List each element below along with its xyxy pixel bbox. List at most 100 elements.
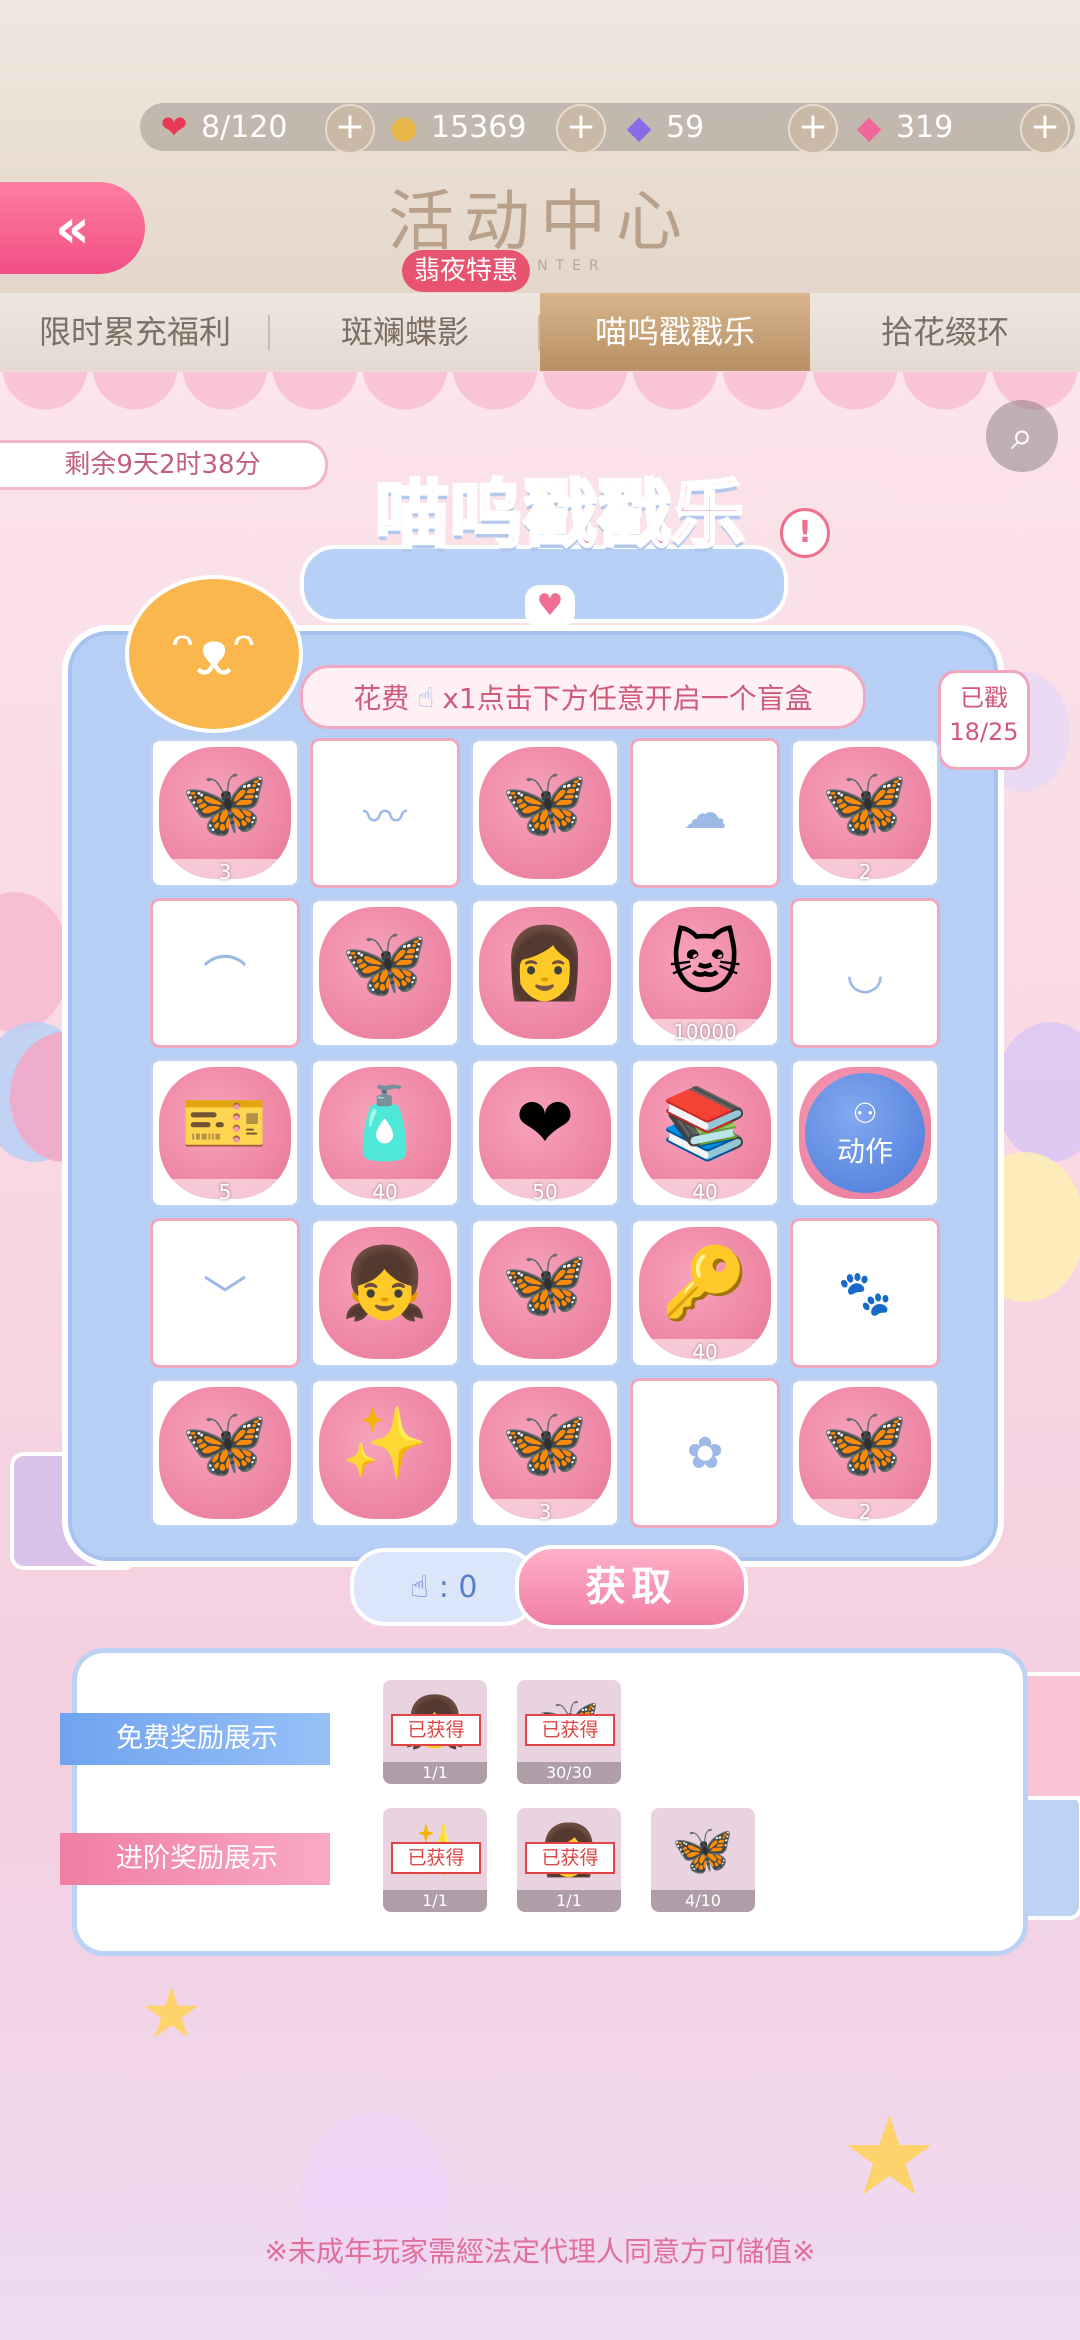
stamina-currency: ❤ 8/120 xyxy=(155,103,288,151)
hidden-blind-box[interactable]: ﹀ xyxy=(150,1218,300,1368)
revealed-box-golden-key: 🔑 40 xyxy=(630,1218,780,1368)
balloon-decoration xyxy=(0,892,70,1032)
reward-progress: 1/1 xyxy=(517,1890,621,1912)
pink-hair-avatar-icon: 👩 xyxy=(501,921,589,1004)
reward-item[interactable]: 🦋 4/10 xyxy=(651,1808,755,1912)
reward-item[interactable]: 🦋已获得30/30 xyxy=(517,1680,621,1784)
doodle-pattern-icon: ◡ xyxy=(845,947,885,999)
owned-stamp: 已获得 xyxy=(525,1842,615,1874)
add-pink-diamond-button[interactable]: + xyxy=(1020,104,1070,154)
add-stamina-button[interactable]: + xyxy=(325,104,375,154)
revealed-box-butterfly-hairpin: 🦋 xyxy=(150,1378,300,1528)
back-button[interactable]: « xyxy=(0,182,145,274)
butterfly-hairpin-icon: 🦋 xyxy=(821,1401,909,1484)
heart-icon: ♥ xyxy=(525,585,575,627)
butterfly-hairpin-icon: 🦋 xyxy=(181,1401,269,1484)
obtain-button[interactable]: 获取 xyxy=(515,1545,748,1629)
cat-coin-icon: 🐱 xyxy=(668,922,742,1004)
pink-diamond-currency: ◆ 319 xyxy=(850,103,954,151)
diamond-value: 59 xyxy=(666,109,705,145)
revealed-box-perfume-books: 🧴 40 xyxy=(310,1058,460,1208)
reward-item[interactable]: ✨已获得1/1 xyxy=(383,1808,487,1912)
revealed-box-butterfly-hairpin: 🦋 xyxy=(470,1218,620,1368)
doodle-pattern-icon: ⌒ xyxy=(203,952,247,1003)
event-title: 喵呜戳戳乐 xyxy=(374,471,747,560)
page-title: 活动中心 xyxy=(388,183,692,260)
back-arrow-icon: « xyxy=(55,196,90,260)
tab-meow-poke[interactable]: 喵呜戳戳乐 xyxy=(540,293,810,371)
tab-recharge-bonus[interactable]: 限时累充福利 xyxy=(0,293,270,371)
item-quantity: 2 xyxy=(793,1499,937,1525)
revealed-box-fabric-stack: 📚 40 xyxy=(630,1058,780,1208)
hidden-blind-box[interactable]: ⌒ xyxy=(150,898,300,1048)
item-quantity: 5 xyxy=(153,1179,297,1205)
cost-prefix: 花费 xyxy=(353,682,410,715)
diamond-icon: ◆ xyxy=(626,108,652,146)
item-quantity: 40 xyxy=(633,1179,777,1205)
perfume-books-icon: 🧴 xyxy=(341,1081,429,1164)
info-button[interactable]: ! xyxy=(780,508,830,558)
reward-item[interactable]: 👧已获得1/1 xyxy=(383,1680,487,1784)
pink-diamond-icon: ◆ xyxy=(856,108,882,146)
action-label: 动作 xyxy=(836,1134,893,1168)
revealed-box-pink-hair-outfit: 👧 xyxy=(310,1218,460,1368)
hidden-blind-box[interactable]: ◡ xyxy=(790,898,940,1048)
reward-progress: 1/1 xyxy=(383,1762,487,1784)
item-quantity: 3 xyxy=(153,859,297,885)
revealed-box-butterfly-hairpin: 🦋 2 xyxy=(790,1378,940,1528)
hidden-blind-box[interactable]: ✿ xyxy=(630,1378,780,1528)
starry-orb-icon: ✨ xyxy=(341,1401,429,1484)
item-quantity: 3 xyxy=(473,1499,617,1525)
reward-item[interactable]: 👩已获得1/1 xyxy=(517,1808,621,1912)
revealed-box-butterfly-hairpin: 🦋 3 xyxy=(470,1378,620,1528)
hidden-blind-box[interactable]: 🐾 xyxy=(790,1218,940,1368)
revealed-box-cat-coin: 🐱 10000 xyxy=(630,898,780,1048)
advanced-rewards-row: ✨已获得1/1👩已获得1/1🦋4/10 xyxy=(383,1808,755,1912)
revealed-box-butterfly-hairpin: 🦋 xyxy=(470,738,620,888)
golden-key-icon: 🔑 xyxy=(661,1241,749,1324)
promo-badge[interactable]: 翡夜特惠 xyxy=(402,250,530,292)
search-button[interactable]: ⌕ xyxy=(986,400,1058,472)
owned-stamp: 已获得 xyxy=(391,1714,481,1746)
add-diamond-button[interactable]: + xyxy=(788,104,838,154)
reward-item-icon: 🦋 xyxy=(671,1820,735,1879)
add-coin-button[interactable]: + xyxy=(556,104,606,154)
butterfly-hairpin-icon: 🦋 xyxy=(341,921,429,1004)
poke-progress-label: 已戳 xyxy=(960,684,1008,712)
item-quantity: 40 xyxy=(633,1339,777,1365)
hidden-blind-box[interactable]: ☁ xyxy=(630,738,780,888)
pink-diamond-value: 319 xyxy=(896,109,954,145)
pink-hair-outfit-icon: 👧 xyxy=(341,1241,429,1324)
blind-box-grid: 🦋 3 〰 🦋 ☁ 🦋 2 ⌒ 🦋 👩 🐱 10000 ◡ 🎫 5 🧴 40 ❤ 50 📚 40 ⚇ 动作 ﹀ 👧 🦋 🔑 40 🐾 🦋 ✨… xyxy=(150,738,940,1528)
cat-mascot-icon: ᵔᴥᵔ xyxy=(125,575,303,733)
item-quantity: 50 xyxy=(473,1179,617,1205)
coin-currency: ● 15369 xyxy=(385,103,526,151)
poke-token-counter: ☝ : 0 xyxy=(350,1548,538,1626)
revealed-box-butterfly-hairpin: 🦋 2 xyxy=(790,738,940,888)
diamond-currency: ◆ 59 xyxy=(620,103,705,151)
revealed-box-butterfly-hairpin: 🦋 xyxy=(310,898,460,1048)
tab-butterfly-shadow[interactable]: 斑斓蝶影 xyxy=(270,293,540,371)
item-quantity: 40 xyxy=(313,1179,457,1205)
butterfly-hairpin-icon: 🦋 xyxy=(501,1401,589,1484)
scallop-awning xyxy=(0,372,1080,432)
item-quantity: 10000 xyxy=(633,1019,777,1045)
revealed-box-butterfly-hairpin: 🦋 3 xyxy=(150,738,300,888)
revealed-box-red-heart: ❤ 50 xyxy=(470,1058,620,1208)
doodle-pattern-icon: 〰 xyxy=(363,792,407,843)
doodle-pattern-icon: 🐾 xyxy=(837,1268,893,1319)
owned-stamp: 已获得 xyxy=(391,1842,481,1874)
hidden-blind-box[interactable]: 〰 xyxy=(310,738,460,888)
revealed-box-gold-ticket: 🎫 5 xyxy=(150,1058,300,1208)
action-badge: ⚇ 动作 xyxy=(805,1073,925,1193)
header: ❤ 8/120 + ● 15369 + ◆ 59 + ◆ 319 + « 活动中… xyxy=(0,0,1080,300)
heart-icon: ❤ xyxy=(160,108,188,146)
stamina-value: 8/120 xyxy=(201,109,288,145)
tab-flower-ring[interactable]: 拾花缀环 xyxy=(810,293,1080,371)
butterfly-hairpin-icon: 🦋 xyxy=(181,761,269,844)
revealed-box-starry-orb: ✨ xyxy=(310,1378,460,1528)
cost-banner: 花费 ☝ x1点击下方任意开启一个盲盒 xyxy=(300,665,866,729)
footer-notice: ※未成年玩家需經法定代理人同意方可儲值※ xyxy=(264,2235,816,2268)
free-rewards-label: 免费奖励展示 xyxy=(60,1713,330,1765)
gold-ticket-icon: 🎫 xyxy=(181,1081,269,1164)
